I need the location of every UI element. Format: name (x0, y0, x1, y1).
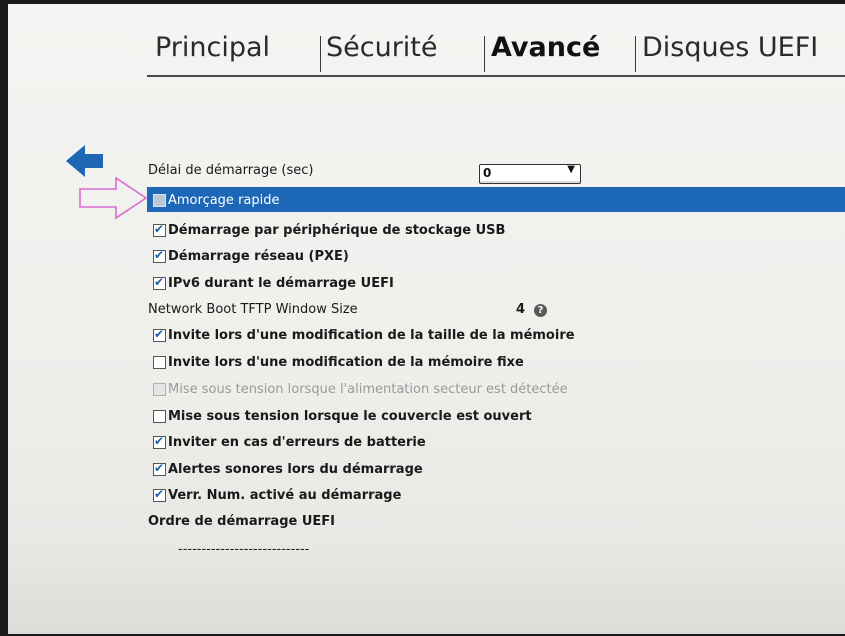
fast-boot-checkbox[interactable] (153, 193, 166, 207)
ipv6-boot-label: IPv6 durant le démarrage UEFI (168, 275, 394, 291)
ac-power-on-option: Mise sous tension lorsque l'alimentation… (153, 379, 568, 399)
memory-size-prompt-label: Invite lors d'une modification de la tai… (168, 327, 575, 343)
fixed-memory-prompt-label: Invite lors d'une modification de la mém… (168, 354, 524, 370)
usb-boot-label: Démarrage par périphérique de stockage U… (168, 222, 506, 238)
tab-principal[interactable]: Principal (155, 32, 270, 63)
boot-beep-label: Alertes sonores lors du démarrage (168, 461, 423, 477)
tftp-window-label: Network Boot TFTP Window Size (148, 302, 358, 317)
tab-separator (484, 36, 485, 72)
tab-separator (635, 36, 636, 72)
tftp-window-value[interactable]: 4 (516, 302, 525, 317)
tab-separator (320, 36, 321, 72)
chevron-down-icon: ▼ (567, 164, 575, 175)
back-arrow-icon[interactable] (66, 143, 104, 179)
lid-power-on-label: Mise sous tension lorsque le couvercle e… (168, 408, 532, 424)
battery-error-prompt-checkbox[interactable] (153, 434, 166, 449)
lid-power-on-option[interactable]: Mise sous tension lorsque le couvercle e… (153, 406, 532, 426)
annotation-arrow-icon (79, 176, 148, 220)
pxe-boot-option[interactable]: Démarrage réseau (PXE) (153, 246, 349, 266)
uefi-boot-order-list[interactable]: ---------------------------- (178, 542, 309, 557)
fast-boot-option[interactable]: Amorçage rapide (153, 190, 280, 210)
fixed-memory-prompt-option[interactable]: Invite lors d'une modification de la mém… (153, 352, 524, 372)
usb-boot-option[interactable]: Démarrage par périphérique de stockage U… (153, 220, 505, 240)
boot-delay-label: Délai de démarrage (sec) (148, 163, 314, 178)
ac-power-on-checkbox (153, 382, 166, 396)
question-mark-icon[interactable]: ? (534, 304, 547, 317)
numlock-label: Verr. Num. activé au démarrage (168, 487, 402, 503)
memory-size-prompt-option[interactable]: Invite lors d'une modification de la tai… (153, 325, 575, 345)
tabs-underline (147, 75, 845, 77)
pxe-boot-checkbox[interactable] (153, 248, 166, 263)
battery-error-prompt-label: Inviter en cas d'erreurs de batterie (168, 434, 426, 450)
ac-power-on-label: Mise sous tension lorsque l'alimentation… (168, 381, 568, 397)
ipv6-boot-option[interactable]: IPv6 durant le démarrage UEFI (153, 273, 394, 293)
pxe-boot-label: Démarrage réseau (PXE) (168, 248, 349, 264)
tab-avance[interactable]: Avancé (491, 32, 600, 63)
boot-beep-checkbox[interactable] (153, 461, 166, 476)
numlock-option[interactable]: Verr. Num. activé au démarrage (153, 485, 401, 505)
fixed-memory-prompt-checkbox[interactable] (153, 355, 166, 369)
fast-boot-label: Amorçage rapide (168, 192, 280, 208)
uefi-boot-order-label: Ordre de démarrage UEFI (148, 514, 336, 529)
ipv6-boot-checkbox[interactable] (153, 275, 166, 290)
tab-bar: Principal Sécurité Avancé Disques UEFI (147, 32, 845, 76)
boot-delay-value: 0 (483, 166, 492, 180)
usb-boot-checkbox[interactable] (153, 222, 166, 237)
memory-size-prompt-checkbox[interactable] (153, 327, 166, 342)
tab-securite[interactable]: Sécurité (326, 32, 438, 63)
tab-disques-uefi[interactable]: Disques UEFI (642, 32, 818, 63)
numlock-checkbox[interactable] (153, 487, 166, 502)
battery-error-prompt-option[interactable]: Inviter en cas d'erreurs de batterie (153, 432, 426, 452)
lid-power-on-checkbox[interactable] (153, 409, 166, 423)
bios-screen: Principal Sécurité Avancé Disques UEFI D… (8, 4, 845, 634)
boot-delay-select[interactable]: 0 ▼ (479, 164, 581, 184)
boot-beep-option[interactable]: Alertes sonores lors du démarrage (153, 459, 423, 479)
